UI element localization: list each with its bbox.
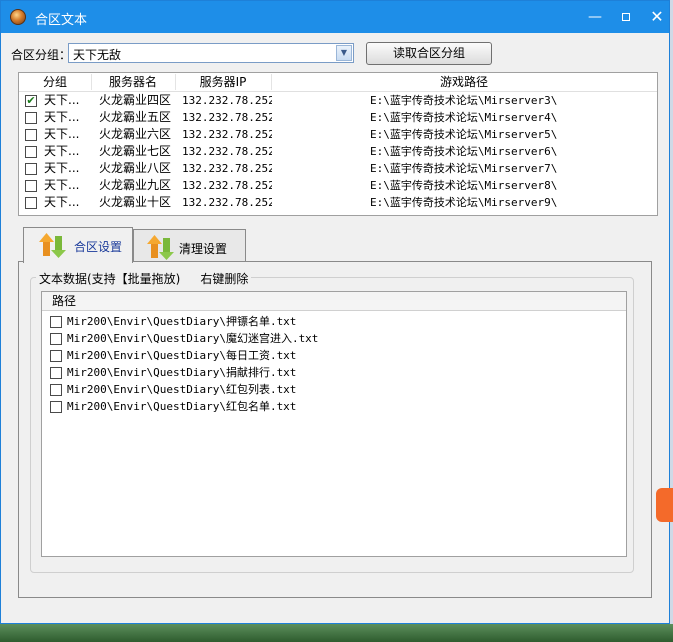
list-item[interactable]: Mir200\Envir\QuestDiary\红包列表.txt <box>42 381 626 398</box>
row-server-ip: 132.232.78.252 <box>182 162 272 175</box>
chevron-down-icon[interactable]: ▼ <box>336 45 352 61</box>
list-item[interactable]: Mir200\Envir\QuestDiary\魔幻迷宫进入.txt <box>42 330 626 347</box>
window-title: 合区文本 <box>35 13 88 28</box>
row-server-name: 火龙霸业十区 <box>99 195 172 209</box>
row-server-name: 火龙霸业八区 <box>99 161 172 175</box>
row-group: 天下... <box>44 144 80 158</box>
arrows-up-down-icon <box>147 235 174 260</box>
file-checkbox[interactable] <box>50 401 62 413</box>
row-group: 天下... <box>44 178 80 192</box>
row-checkbox[interactable] <box>25 163 37 175</box>
row-server-ip: 132.232.78.252 <box>182 94 272 107</box>
row-server-name: 火龙霸业四区 <box>99 93 172 107</box>
row-game-path: E:\蓝宇传奇技术论坛\Mirserver4\ <box>370 111 558 124</box>
row-server-ip: 132.232.78.252 <box>182 179 272 192</box>
maximize-button[interactable] <box>615 7 637 27</box>
group-select-label: 合区分组： <box>11 48 72 62</box>
column-header-path[interactable]: 路径 <box>52 293 76 309</box>
text-file-list[interactable]: 路径 Mir200\Envir\QuestDiary\押镖名单.txt Mir20… <box>41 291 627 557</box>
row-group: 天下... <box>44 195 80 209</box>
row-server-ip: 132.232.78.252 <box>182 128 272 141</box>
row-server-name: 火龙霸业六区 <box>99 127 172 141</box>
row-checkbox[interactable] <box>25 180 37 192</box>
desktop-background <box>0 624 673 642</box>
close-button[interactable]: ✕ <box>646 7 668 27</box>
text-data-title: 文本数据(支持【批量拖放) 右键删除 <box>36 270 252 287</box>
row-game-path: E:\蓝宇传奇技术论坛\Mirserver9\ <box>370 196 558 209</box>
minimize-button[interactable]: — <box>584 7 606 27</box>
tab-clean-settings-label: 清理设置 <box>179 242 228 256</box>
file-checkbox[interactable] <box>50 333 62 345</box>
tab-clean-settings[interactable]: 清理设置 <box>133 229 246 261</box>
server-list[interactable]: 分组 服务器名 服务器IP 游戏路径 ✔ 天下... 火龙霸业四区 132.232.7… <box>18 72 658 216</box>
table-row[interactable]: 天下... 火龙霸业五区 132.232.78.252 E:\蓝宇传奇技术论坛\Mir… <box>19 109 657 126</box>
list-item[interactable]: Mir200\Envir\QuestDiary\押镖名单.txt <box>42 313 626 330</box>
row-checkbox[interactable] <box>25 129 37 141</box>
text-data-title-text: 文本数据(支持【批量拖放) <box>39 272 181 286</box>
server-list-header: 分组 服务器名 服务器IP 游戏路径 <box>19 73 657 92</box>
right-click-delete-hint: 右键删除 <box>200 272 249 286</box>
table-row[interactable]: 天下... 火龙霸业六区 132.232.78.252 E:\蓝宇传奇技术论坛\Mir… <box>19 126 657 143</box>
row-server-ip: 132.232.78.252 <box>182 111 272 124</box>
row-server-name: 火龙霸业九区 <box>99 178 172 192</box>
main-window: 合区文本 — ✕ 合区分组： 天下无敌 ▼ 读取合区分组 分组 服务器名 服务器… <box>0 0 670 624</box>
file-checkbox[interactable] <box>50 367 62 379</box>
row-checkbox[interactable]: ✔ <box>25 95 37 107</box>
file-path: Mir200\Envir\QuestDiary\捐献排行.txt <box>67 366 297 379</box>
group-select-value: 天下无敌 <box>73 48 122 62</box>
row-game-path: E:\蓝宇传奇技术论坛\Mirserver3\ <box>370 94 558 107</box>
row-checkbox[interactable] <box>25 146 37 158</box>
table-row[interactable]: 天下... 火龙霸业七区 132.232.78.252 E:\蓝宇传奇技术论坛\Mir… <box>19 143 657 160</box>
row-server-ip: 132.232.78.252 <box>182 145 272 158</box>
list-item[interactable]: Mir200\Envir\QuestDiary\红包名单.txt <box>42 398 626 415</box>
row-group: 天下... <box>44 110 80 124</box>
column-header-server-name[interactable]: 服务器名 <box>91 74 176 90</box>
file-path: Mir200\Envir\QuestDiary\魔幻迷宫进入.txt <box>67 332 319 345</box>
maximize-icon <box>622 13 630 21</box>
table-row[interactable]: 天下... 火龙霸业十区 132.232.78.252 E:\蓝宇传奇技术论坛\Mir… <box>19 194 657 211</box>
row-game-path: E:\蓝宇传奇技术论坛\Mirserver8\ <box>370 179 558 192</box>
list-item[interactable]: Mir200\Envir\QuestDiary\捐献排行.txt <box>42 364 626 381</box>
row-game-path: E:\蓝宇传奇技术论坛\Mirserver5\ <box>370 128 558 141</box>
column-header-game-path[interactable]: 游戏路径 <box>271 74 657 90</box>
file-path: Mir200\Envir\QuestDiary\每日工资.txt <box>67 349 297 362</box>
row-game-path: E:\蓝宇传奇技术论坛\Mirserver7\ <box>370 162 558 175</box>
file-path: Mir200\Envir\QuestDiary\红包列表.txt <box>67 383 297 396</box>
text-file-list-header: 路径 <box>42 292 626 311</box>
side-badge-icon <box>656 488 673 522</box>
group-select[interactable]: 天下无敌 ▼ <box>68 43 354 63</box>
app-icon <box>10 9 26 25</box>
tab-merge-settings-label: 合区设置 <box>74 240 123 254</box>
row-group: 天下... <box>44 161 80 175</box>
file-path: Mir200\Envir\QuestDiary\红包名单.txt <box>67 400 297 413</box>
row-group: 天下... <box>44 93 80 107</box>
column-header-group[interactable]: 分组 <box>19 74 92 90</box>
table-row[interactable]: 天下... 火龙霸业八区 132.232.78.252 E:\蓝宇传奇技术论坛\Mir… <box>19 160 657 177</box>
table-row[interactable]: 天下... 火龙霸业九区 132.232.78.252 E:\蓝宇传奇技术论坛\Mir… <box>19 177 657 194</box>
table-row[interactable]: ✔ 天下... 火龙霸业四区 132.232.78.252 E:\蓝宇传奇技术论坛\Mi… <box>19 92 657 109</box>
row-checkbox[interactable] <box>25 112 37 124</box>
list-item[interactable]: Mir200\Envir\QuestDiary\每日工资.txt <box>42 347 626 364</box>
row-game-path: E:\蓝宇传奇技术论坛\Mirserver6\ <box>370 145 558 158</box>
tab-merge-settings[interactable]: 合区设置 <box>23 227 133 263</box>
file-checkbox[interactable] <box>50 350 62 362</box>
row-group: 天下... <box>44 127 80 141</box>
row-server-ip: 132.232.78.252 <box>182 196 272 209</box>
file-checkbox[interactable] <box>50 384 62 396</box>
row-checkbox[interactable] <box>25 197 37 209</box>
arrows-up-down-icon <box>39 233 66 258</box>
row-server-name: 火龙霸业七区 <box>99 144 172 158</box>
file-path: Mir200\Envir\QuestDiary\押镖名单.txt <box>67 315 297 328</box>
column-header-server-ip[interactable]: 服务器IP <box>175 74 272 90</box>
row-server-name: 火龙霸业五区 <box>99 110 172 124</box>
file-checkbox[interactable] <box>50 316 62 328</box>
read-group-button[interactable]: 读取合区分组 <box>366 42 492 65</box>
title-bar[interactable]: 合区文本 — ✕ <box>1 1 669 33</box>
